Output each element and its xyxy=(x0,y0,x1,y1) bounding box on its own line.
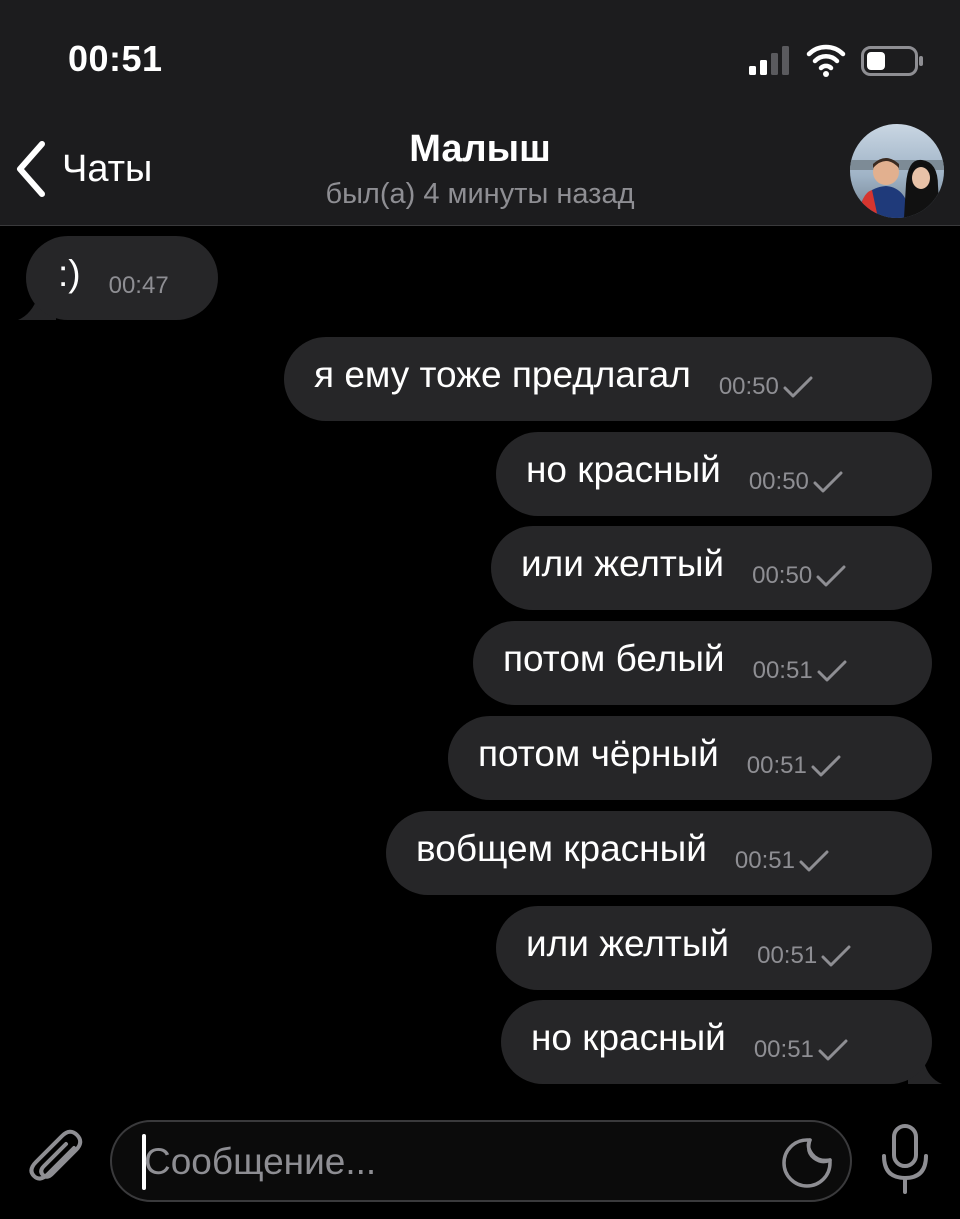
message-text: потом белый xyxy=(503,638,725,679)
message-text: но красный xyxy=(531,1017,726,1058)
sent-check-icon xyxy=(818,1039,848,1061)
message-meta: 00:47 xyxy=(109,272,169,300)
message-meta: 00:51 xyxy=(747,752,841,780)
message-meta: 00:50 xyxy=(719,373,813,401)
chat-title[interactable]: Малыш xyxy=(0,128,960,171)
message-bubble-outgoing[interactable]: я ему тоже предлагал 00:50 xyxy=(284,337,932,421)
message-meta: 00:51 xyxy=(754,1036,848,1064)
message-time: 00:51 xyxy=(752,657,813,684)
message-time: 00:51 xyxy=(734,847,795,874)
sent-check-icon xyxy=(817,660,847,682)
message-time: 00:50 xyxy=(752,562,813,589)
message-bubble-outgoing[interactable]: или желтый 00:51 xyxy=(496,906,932,990)
status-time: 00:51 xyxy=(68,38,163,79)
sticker-button[interactable] xyxy=(780,1136,834,1190)
attach-button[interactable] xyxy=(26,1126,86,1192)
sent-check-icon xyxy=(816,565,846,587)
message-input[interactable] xyxy=(144,1132,744,1192)
wifi-icon xyxy=(806,44,846,77)
message-meta: 00:50 xyxy=(752,562,846,590)
chat-status: был(а) 4 минуты назад xyxy=(325,178,635,210)
composer-bar xyxy=(0,1098,960,1219)
message-time: 00:50 xyxy=(748,468,809,495)
message-text: вобщем красный xyxy=(416,828,707,869)
paperclip-icon xyxy=(29,1129,83,1181)
message-bubble-outgoing[interactable]: потом белый 00:51 xyxy=(473,621,932,705)
sent-check-icon xyxy=(813,471,843,493)
avatar-photo xyxy=(850,124,944,218)
message-meta: 00:51 xyxy=(735,847,829,875)
message-time: 00:51 xyxy=(753,1036,814,1063)
message-meta: 00:51 xyxy=(757,942,851,970)
sent-check-icon xyxy=(783,376,813,398)
sticker-icon xyxy=(782,1138,832,1188)
message-time: 00:51 xyxy=(746,752,807,779)
message-meta: 00:51 xyxy=(753,657,847,685)
cellular-signal-icon xyxy=(749,46,789,75)
chat-screen: 00:51 Чаты Малыш был(а) 4 минуты назад:… xyxy=(0,0,960,1219)
message-bubble-outgoing[interactable]: потом чёрный 00:51 xyxy=(448,716,932,800)
microphone-icon xyxy=(882,1124,928,1194)
message-meta: 00:50 xyxy=(749,468,843,496)
sent-check-icon xyxy=(811,755,841,777)
message-bubble-outgoing[interactable]: но красный 00:51 xyxy=(501,1000,932,1084)
message-text: :) xyxy=(58,253,81,294)
message-bubble-outgoing[interactable]: вобщем красный 00:51 xyxy=(386,811,932,895)
message-text: но красный xyxy=(526,449,721,490)
message-time: 00:50 xyxy=(718,373,779,400)
top-bar: 00:51 Чаты Малыш был(а) 4 минуты назад xyxy=(0,0,960,226)
message-text: я ему тоже предлагал xyxy=(314,354,691,395)
message-bubble-incoming[interactable]: :) 00:47 xyxy=(26,236,218,320)
contact-avatar[interactable] xyxy=(850,124,944,218)
message-text: потом чёрный xyxy=(478,733,719,774)
message-text: или желтый xyxy=(521,543,725,584)
message-time: 00:51 xyxy=(757,942,818,969)
message-time: 00:47 xyxy=(108,272,169,299)
battery-icon xyxy=(861,46,923,76)
status-icons xyxy=(749,44,923,77)
sent-check-icon xyxy=(821,945,851,967)
microphone-button[interactable] xyxy=(876,1122,934,1196)
sent-check-icon xyxy=(799,850,829,872)
message-bubble-outgoing[interactable]: или желтый 00:50 xyxy=(491,526,932,610)
message-field[interactable] xyxy=(110,1120,852,1202)
message-text: или желтый xyxy=(526,923,730,964)
message-bubble-outgoing[interactable]: но красный 00:50 xyxy=(496,432,932,516)
